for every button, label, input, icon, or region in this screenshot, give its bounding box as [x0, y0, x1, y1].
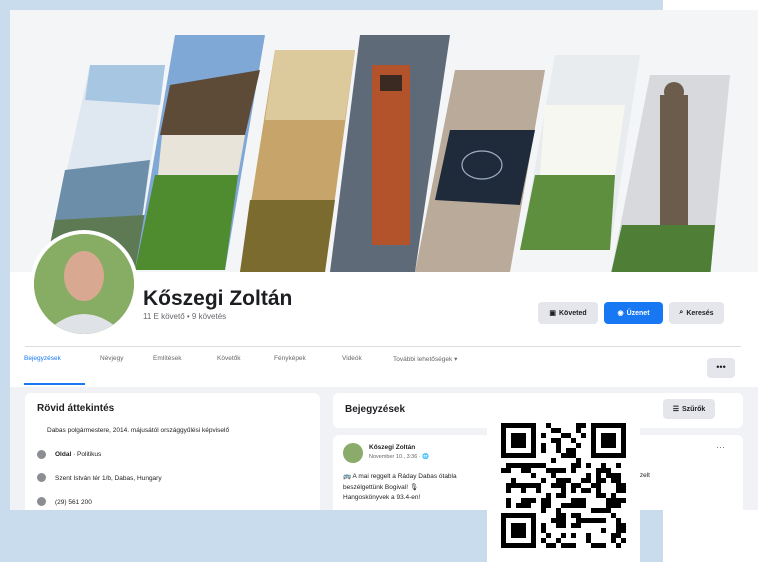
filters-label: Szűrők — [681, 405, 706, 413]
category-value: · Politikus — [73, 451, 102, 458]
intro-bio: Dabas polgármestere, 2014. májusától ors… — [47, 427, 230, 434]
category-label: Oldal — [55, 451, 72, 458]
profile-name: Kőszegi Zoltán — [143, 287, 293, 310]
post-text-line-2: beszélgettünk Bogival! 🎙 — [343, 484, 419, 491]
search-icon: ⌕ — [679, 309, 684, 316]
tab-videos[interactable]: Videók — [342, 355, 362, 362]
follower-count[interactable]: 11 E követő • 9 követés — [143, 312, 226, 321]
filters-button[interactable]: ☰ Szűrők — [663, 399, 715, 419]
filter-icon: ☰ — [672, 406, 679, 413]
info-icon — [37, 450, 46, 459]
post-text-line-1: 🚌 A mai reggelt a Ráday Dabas ótabla — [343, 473, 457, 480]
facebook-page-screenshot: Kőszegi Zoltán 11 E követő • 9 követés ▣… — [10, 10, 758, 510]
qr-code — [487, 411, 640, 562]
cover-collage — [45, 35, 730, 278]
intro-phone[interactable]: (29) 561 200 — [55, 499, 92, 506]
profile-avatar[interactable] — [30, 230, 138, 338]
post-author[interactable]: Kőszegi Zoltán — [369, 444, 415, 451]
tab-about[interactable]: Névjegy — [100, 355, 123, 362]
tab-posts[interactable]: Bejegyzések — [24, 355, 61, 362]
location-icon — [37, 473, 46, 482]
tabs-divider — [25, 346, 741, 347]
tab-mentions[interactable]: Említések — [153, 355, 182, 362]
tab-followers[interactable]: Követők — [217, 355, 241, 362]
following-label: Követed — [559, 309, 587, 317]
message-button[interactable]: ◉ Üzenet — [604, 302, 663, 324]
message-label: Üzenet — [626, 309, 650, 317]
search-label: Keresés — [686, 309, 714, 317]
cover-sky-1 — [85, 65, 165, 105]
phone-icon — [37, 497, 46, 506]
more-options-button[interactable]: ••• — [707, 358, 735, 378]
posts-title: Bejegyzések — [345, 404, 406, 415]
intro-address[interactable]: Szent István tér 1/b, Dabas, Hungary — [55, 475, 162, 482]
post-author-avatar[interactable] — [343, 443, 363, 463]
intro-title: Rövid áttekintés — [37, 403, 115, 414]
tab-photos[interactable]: Fényképek — [274, 355, 306, 362]
tab-more[interactable]: További lehetőségek ▾ — [393, 355, 457, 363]
following-button[interactable]: ▣ Követed — [538, 302, 598, 324]
post-date[interactable]: November 10., 3:36 · 🌐 — [369, 454, 429, 460]
cover-photo[interactable] — [10, 10, 758, 280]
post-options-button[interactable]: ··· — [716, 442, 725, 452]
intro-category: Oldal · Politikus — [55, 451, 101, 458]
post-text-line-3: Hangoskönyvek a 93.4-en! — [343, 494, 421, 501]
messenger-icon: ◉ — [617, 310, 624, 317]
qr-code-graphic — [487, 411, 640, 562]
intro-card: Rövid áttekintés Dabas polgármestere, 20… — [25, 393, 320, 510]
following-icon: ▣ — [549, 310, 556, 317]
active-tab-indicator — [24, 383, 85, 385]
search-button[interactable]: ⌕ Keresés — [669, 302, 724, 324]
avatar-photo — [34, 234, 134, 334]
